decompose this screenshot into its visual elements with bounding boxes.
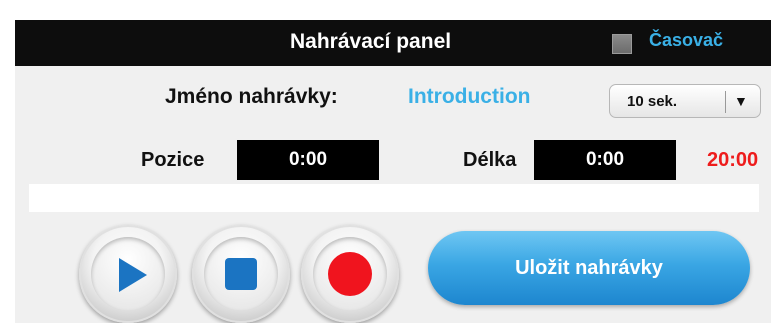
panel-title: Nahrávací panel [290, 30, 452, 53]
position-value: 0:00 [237, 140, 379, 180]
interval-select[interactable]: 10 sek. ▼ [609, 84, 761, 118]
recording-name-label: Jméno nahrávky: [165, 85, 338, 108]
stop-icon [225, 258, 257, 290]
interval-select-value: 10 sek. [627, 93, 678, 110]
record-button[interactable] [301, 225, 399, 323]
stop-button[interactable] [192, 225, 290, 323]
save-recordings-button[interactable]: Uložit nahrávky [428, 231, 750, 305]
length-label: Délka [463, 149, 517, 171]
select-divider [725, 91, 726, 113]
record-icon [328, 252, 372, 296]
play-button[interactable] [79, 225, 177, 323]
play-icon [119, 258, 147, 292]
timer-checkbox[interactable] [612, 34, 632, 54]
length-value: 0:00 [534, 140, 676, 180]
recording-name-value[interactable]: Introduction [408, 85, 530, 109]
total-time: 20:00 [707, 149, 759, 171]
save-recordings-label: Uložit nahrávky [515, 257, 663, 279]
recording-panel: Nahrávací panel Časovač Jméno nahrávky: … [15, 20, 771, 323]
timer-label[interactable]: Časovač [649, 30, 723, 51]
panel-header: Nahrávací panel Časovač [15, 20, 771, 66]
position-label: Pozice [141, 149, 205, 171]
chevron-down-icon[interactable]: ▼ [734, 93, 748, 109]
progress-bar[interactable] [29, 184, 759, 212]
